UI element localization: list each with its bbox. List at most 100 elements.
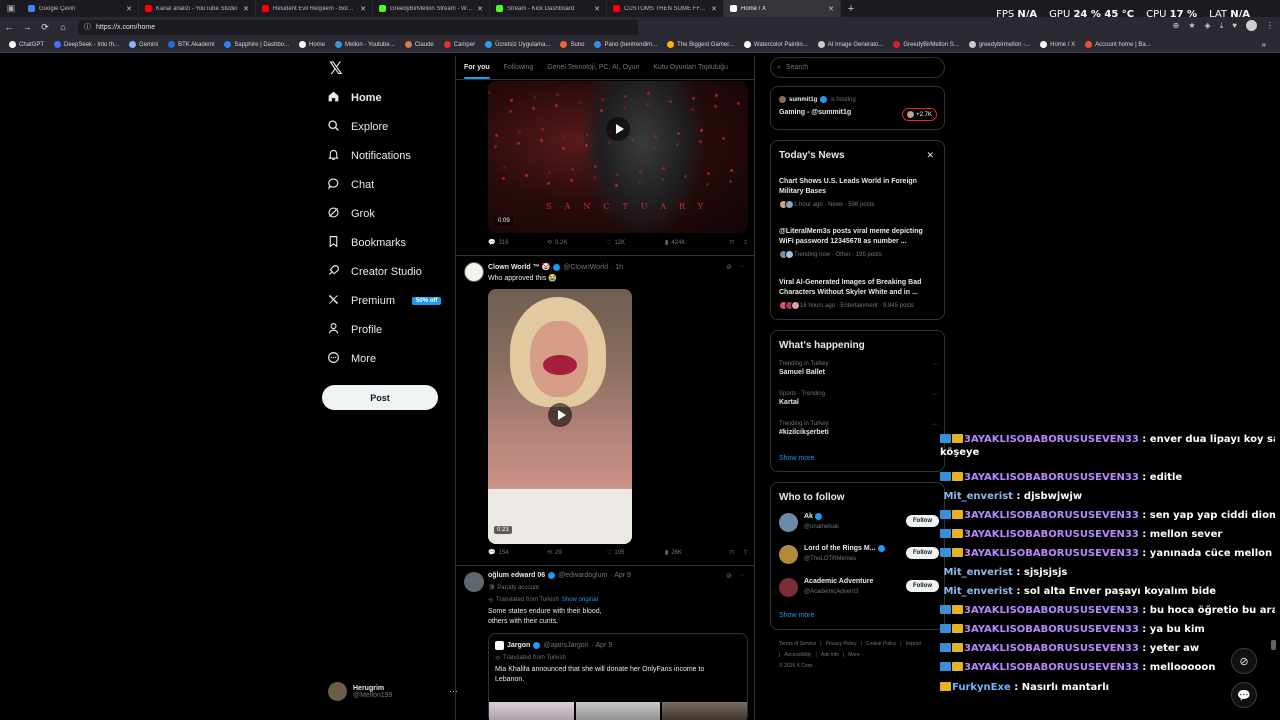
browser-tab[interactable]: GreedyBirMellon Stream - Watch ✕: [373, 0, 490, 17]
bookmark-item[interactable]: Home / X: [1035, 41, 1080, 48]
bookmark-item[interactable]: AI Image Generato...: [813, 41, 889, 48]
quote-media[interactable]: [489, 702, 748, 720]
reply-button[interactable]: 💬 316: [488, 239, 547, 247]
account-switcher[interactable]: Herugrim @Mellon199 ···: [328, 682, 458, 701]
trend-item[interactable]: Sports · Trending Kartal ···: [779, 391, 939, 406]
footer-link[interactable]: Cookie Policy: [866, 641, 896, 647]
star-icon[interactable]: ★: [1188, 21, 1195, 30]
post-time[interactable]: · 1h: [611, 264, 623, 271]
bookmark-item[interactable]: Mellon - Youtube...: [330, 41, 400, 48]
x-logo-icon[interactable]: 𝕏: [329, 59, 347, 79]
url-text[interactable]: https://x.com/home: [96, 24, 155, 31]
follow-button[interactable]: Follow: [906, 547, 939, 559]
footer-link[interactable]: Ads info: [821, 652, 839, 658]
nav-item-creator-studio[interactable]: Creator Studio: [327, 262, 422, 282]
heart-icon[interactable]: ♥: [1232, 21, 1237, 30]
footer-link[interactable]: © 2026 X Corp.: [779, 663, 814, 669]
play-icon[interactable]: [548, 403, 572, 427]
tab-genel-teknoloji[interactable]: Genel Teknoloji, PC, AI, Oyun: [547, 64, 639, 71]
downloads-icon[interactable]: ⤓: [1220, 21, 1224, 31]
avatar[interactable]: [779, 578, 798, 597]
quote-image[interactable]: [575, 702, 661, 720]
repost-button[interactable]: ⟲ 29: [547, 549, 606, 557]
footer-link[interactable]: Imprint: [906, 641, 921, 647]
avatar[interactable]: [464, 262, 484, 282]
show-more-link[interactable]: Show more: [779, 455, 814, 462]
browser-tab[interactable]: Kanal analizi - YouTube Studio ✕: [139, 0, 256, 17]
footer-link[interactable]: Accessibility: [784, 652, 811, 658]
news-item[interactable]: Viral AI-Generated Images of Breaking Ba…: [779, 278, 939, 310]
views-button[interactable]: ▮ 26K: [665, 549, 724, 557]
post-author-name[interactable]: Clown World ™ 🤡: [488, 263, 550, 271]
close-icon[interactable]: ✕: [594, 5, 600, 13]
post-time[interactable]: · Apr 9: [610, 572, 631, 579]
bookmark-item[interactable]: Gemini: [124, 41, 163, 48]
close-icon[interactable]: ✕: [477, 5, 483, 13]
close-icon[interactable]: ✕: [126, 5, 132, 13]
nav-item-bookmarks[interactable]: Bookmarks: [327, 233, 406, 253]
post-author-name[interactable]: oğlum edward 06: [488, 572, 545, 579]
bookmark-item[interactable]: Pano (bentrendim...: [589, 41, 662, 48]
like-button[interactable]: ♡ 105: [606, 549, 665, 557]
more-icon[interactable]: ···: [738, 263, 745, 271]
page-info-icon[interactable]: ⓘ: [84, 22, 91, 32]
home-browser-icon[interactable]: ⌂: [54, 22, 72, 32]
avatar[interactable]: [464, 572, 484, 592]
close-icon[interactable]: ✕: [360, 5, 366, 13]
browser-tab[interactable]: CUSTOMS THEN SOME FFAS AFTER✕: [607, 0, 724, 17]
bookmark-item[interactable]: Claude: [400, 41, 439, 48]
bookmark-icon[interactable]: ⊓: [729, 549, 734, 556]
more-icon[interactable]: ···: [738, 572, 745, 580]
bookmark-item[interactable]: Watercolor Paintin...: [739, 41, 813, 48]
grok-icon[interactable]: ⊘: [726, 572, 732, 580]
zoom-icon[interactable]: ⊕: [1173, 21, 1180, 30]
share-icon[interactable]: ⇪: [743, 239, 748, 246]
trend-item[interactable]: Trending in Turkey #kizilcikşerbeti ···: [779, 421, 939, 436]
bookmark-item[interactable]: GreedyBirMellon S...: [888, 41, 963, 48]
tab-kutu-oyunlari[interactable]: Kutu Oyunları Topluluğu: [653, 64, 728, 71]
live-space-card[interactable]: summit1g is hosting Gaming - @summit1g +…: [770, 86, 945, 130]
show-original-link[interactable]: Show original: [562, 597, 598, 604]
quoted-post[interactable]: Jargon @ajansJargon · Apr 9 ⟲ Translated…: [488, 633, 748, 720]
page-scrollbar[interactable]: [1271, 60, 1276, 720]
bookmark-item[interactable]: greedybirmellon -...: [964, 41, 1035, 48]
nav-item-chat[interactable]: Chat: [327, 175, 374, 195]
bookmarks-overflow-icon[interactable]: »: [1262, 40, 1266, 49]
post-button[interactable]: Post: [322, 385, 438, 410]
more-icon[interactable]: ···: [932, 421, 939, 428]
messages-float-button[interactable]: 💬: [1231, 682, 1257, 708]
address-bar[interactable]: ⓘ https://x.com/home: [78, 19, 638, 35]
follow-suggestion[interactable]: Academic Adventure @AcademicAdvent3 Follow: [779, 576, 939, 600]
browser-tab[interactable]: Google Çeviri ✕: [22, 0, 139, 17]
nav-item-grok[interactable]: Grok: [327, 204, 375, 224]
close-icon[interactable]: ✕: [243, 5, 249, 13]
bookmark-item[interactable]: Account home | Ba...: [1080, 41, 1156, 48]
more-icon[interactable]: ···: [932, 361, 939, 368]
grok-icon[interactable]: ⊘: [726, 263, 732, 271]
bookmark-item[interactable]: Home: [294, 41, 330, 48]
trend-item[interactable]: Trending in Turkey Samuel Ballet ···: [779, 361, 939, 376]
show-more-link[interactable]: Show more: [779, 612, 814, 619]
search-input[interactable]: ⌕ Search: [770, 57, 945, 78]
news-item[interactable]: @LiteralMem3s posts viral meme depicting…: [779, 227, 939, 259]
tab-following[interactable]: Following: [504, 64, 534, 71]
bookmark-item[interactable]: ChatGPT: [4, 41, 49, 48]
reload-icon[interactable]: ⟳: [36, 22, 54, 33]
close-icon[interactable]: ✕: [926, 150, 934, 161]
bookmark-item[interactable]: Suno: [555, 41, 589, 48]
nav-item-home[interactable]: Home: [327, 88, 382, 108]
follow-suggestion[interactable]: Lord of the Rings M... @TheLOTRMemes Follo…: [779, 543, 939, 567]
footer-link[interactable]: Privacy Policy: [826, 641, 857, 647]
bookmark-item[interactable]: The Biggest Gamer...: [662, 41, 739, 48]
menu-icon[interactable]: ⋮: [1266, 21, 1274, 30]
close-icon[interactable]: ✕: [711, 5, 717, 13]
follow-button[interactable]: Follow: [906, 515, 939, 527]
window-menu-icon[interactable]: ▣: [0, 0, 22, 17]
browser-tab[interactable]: Resident Evil Requiem - Bölüm 5 ✕: [256, 0, 373, 17]
forward-icon[interactable]: →: [18, 22, 36, 32]
views-button[interactable]: ▮ 424K: [665, 239, 724, 247]
nav-item-premium[interactable]: Premium 50% off: [327, 291, 442, 311]
reply-button[interactable]: 💬 154: [488, 549, 547, 557]
post-video[interactable]: 0:23: [488, 289, 632, 544]
bookmark-icon[interactable]: ⊓: [729, 239, 734, 246]
